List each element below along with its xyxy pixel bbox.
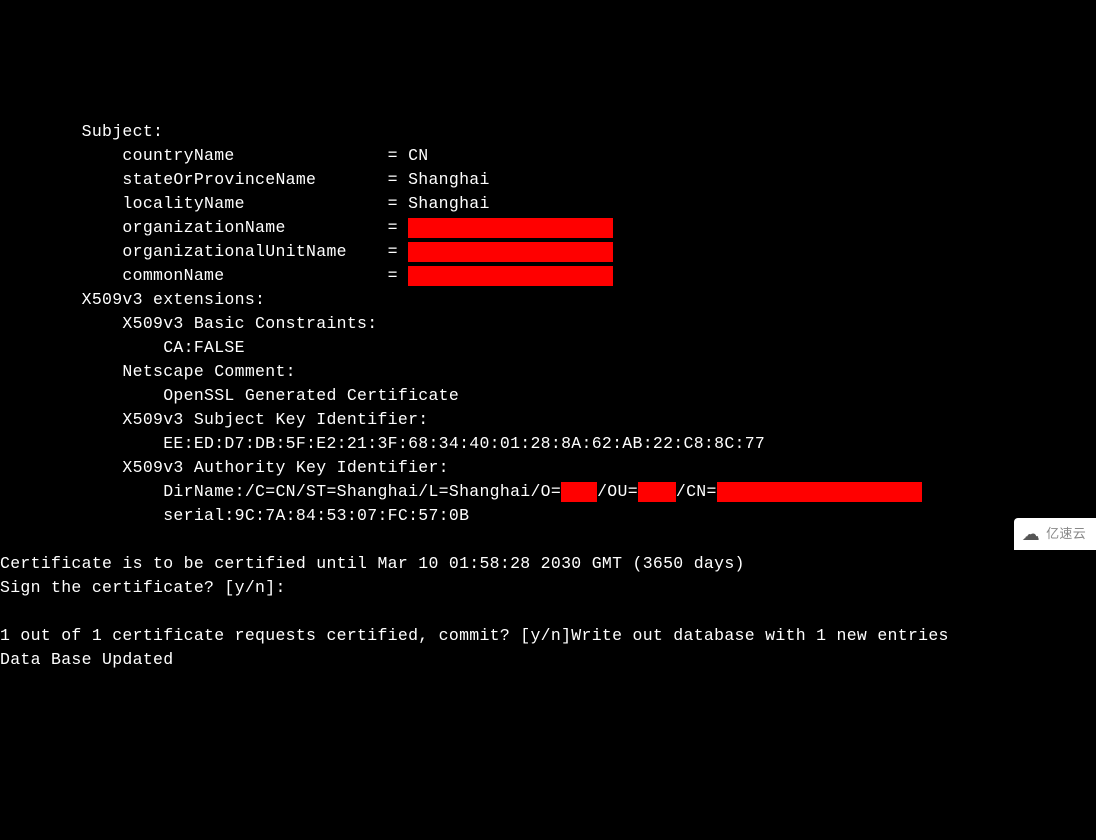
basic-constraints-label: X509v3 Basic Constraints: <box>0 314 377 333</box>
redacted-orgunit <box>408 242 613 262</box>
locality-line: localityName = Shanghai <box>0 194 490 213</box>
watermark: ☁ 亿速云 <box>1014 518 1096 550</box>
authority-key-label: X509v3 Authority Key Identifier: <box>0 458 449 477</box>
dirname-prefix: DirName:/C=CN/ST=Shanghai/L=Shanghai/O= <box>0 482 561 501</box>
cert-until: Certificate is to be certified until Mar… <box>0 554 745 573</box>
watermark-label: 亿速云 <box>1046 522 1086 546</box>
common-line-prefix: commonName = <box>0 266 408 285</box>
subject-key-value: EE:ED:D7:DB:5F:E2:21:3F:68:34:40:01:28:8… <box>0 434 765 453</box>
ext-label: X509v3 extensions: <box>0 290 265 309</box>
org-line-prefix: organizationName = <box>0 218 408 237</box>
dirname-cn-label: /CN= <box>676 482 717 501</box>
netscape-label: Netscape Comment: <box>0 362 296 381</box>
redacted-dn-ou <box>638 482 676 502</box>
serial-line: serial:9C:7A:84:53:07:FC:57:0B <box>0 506 469 525</box>
cloud-icon: ☁ <box>1022 525 1040 543</box>
subject-key-label: X509v3 Subject Key Identifier: <box>0 410 428 429</box>
state-line: stateOrProvinceName = Shanghai <box>0 170 490 189</box>
orgunit-line: organizationalUnitName = <box>0 242 613 261</box>
terminal-output: Subject: countryName = CN stateOrProvinc… <box>0 96 1096 672</box>
org-line: organizationName = <box>0 218 613 237</box>
redacted-commonname <box>408 266 613 286</box>
redacted-dn-cn <box>717 482 922 502</box>
sign-prompt[interactable]: Sign the certificate? [y/n]: <box>0 578 286 597</box>
db-updated: Data Base Updated <box>0 650 173 669</box>
ca-false: CA:FALSE <box>0 338 245 357</box>
country-line: countryName = CN <box>0 146 428 165</box>
common-line: commonName = <box>0 266 613 285</box>
redacted-org <box>408 218 613 238</box>
redacted-dn-o <box>561 482 597 502</box>
openssl-generated: OpenSSL Generated Certificate <box>0 386 459 405</box>
commit-line[interactable]: 1 out of 1 certificate requests certifie… <box>0 626 949 645</box>
dirname-line: DirName:/C=CN/ST=Shanghai/L=Shanghai/O= /… <box>0 482 922 501</box>
dirname-ou-label: /OU= <box>597 482 638 501</box>
subject-label: Subject: <box>0 122 163 141</box>
orgunit-line-prefix: organizationalUnitName = <box>0 242 408 261</box>
